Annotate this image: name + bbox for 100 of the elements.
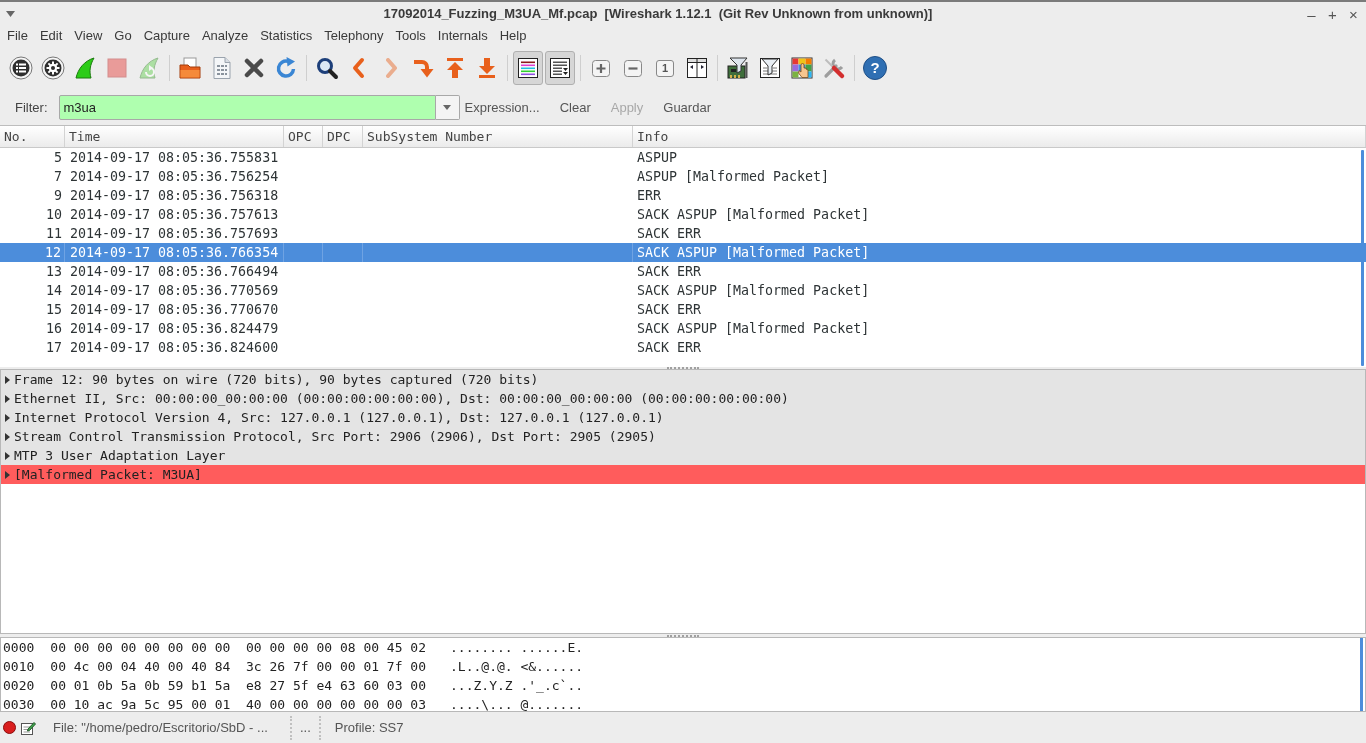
- list-circle-icon: [9, 56, 33, 80]
- expander-triangle-icon[interactable]: [5, 470, 10, 479]
- note-pencil-icon[interactable]: [20, 719, 36, 736]
- table-cell-text: ERR: [637, 186, 662, 205]
- lines-arrows-icon: [548, 56, 572, 80]
- close-button[interactable]: ×: [1343, 4, 1364, 24]
- wrench-screwdriver-icon: [822, 56, 846, 80]
- table-cell-text: 11: [46, 224, 62, 243]
- table-cell-text: 13: [46, 262, 62, 281]
- tree-item-label: MTP 3 User Adaptation Layer: [14, 446, 226, 465]
- caret-down-icon: [443, 105, 451, 110]
- tree-row[interactable]: Internet Protocol Version 4, Src: 127.0.0.1 (127.0.0.1), Dst: 127.0.0.1 (127.0.0.1): [1, 408, 1365, 427]
- table-cell-text: 2014-09-17 08:05:36.766354: [70, 243, 279, 262]
- table-cell-text: 2014-09-17 08:05:36.755831: [70, 148, 279, 167]
- tree-row[interactable]: [Malformed Packet: M3UA]: [1, 465, 1365, 484]
- status-dot-icon[interactable]: [3, 721, 16, 734]
- table-cell-text: SACK ASPUP [Malformed Packet]: [637, 243, 870, 262]
- menu-item[interactable]: Internals: [431, 27, 494, 45]
- stop-icon: [105, 56, 129, 80]
- filter-field[interactable]: m3ua: [58, 95, 436, 120]
- hex-offset: 0020: [3, 676, 35, 695]
- funnel-document-icon: [758, 56, 782, 80]
- menu-item[interactable]: Telephony: [318, 27, 390, 45]
- normal-size-button[interactable]: 1: [650, 51, 680, 85]
- table-cell-text: SACK ERR: [637, 338, 702, 357]
- ascii-text: ........ ......E.: [450, 638, 584, 657]
- menu-item[interactable]: Edit: [33, 27, 69, 45]
- table-cell-text: 2014-09-17 08:05:36.770670: [70, 300, 279, 319]
- expander-triangle-icon[interactable]: [5, 413, 10, 422]
- filter-dropdown-button[interactable]: [435, 95, 460, 120]
- ascii-text: .L..@.@. <&......: [450, 657, 584, 676]
- expander-triangle-icon[interactable]: [5, 432, 10, 441]
- folder-icon: [178, 56, 202, 80]
- menu-item[interactable]: Analyze: [195, 27, 255, 45]
- status-packets: ...: [299, 718, 312, 737]
- profile-button[interactable]: Profile: SS7: [334, 717, 404, 738]
- shark-fin-refresh-icon: [137, 56, 161, 80]
- column-header[interactable]: Info: [633, 126, 1366, 147]
- hex-offset: 0000: [3, 638, 35, 657]
- funnel-board-icon: [726, 56, 750, 80]
- table-cell-text: 16: [46, 319, 62, 338]
- filter-action-button[interactable]: Expression...: [460, 97, 544, 118]
- menu-item[interactable]: View: [68, 27, 109, 45]
- window-title: 17092014_Fuzzing_M3UA_Mf.pcap [Wireshark 1.12.1 (Git Rev Unknown from unknown)]: [383, 5, 933, 24]
- tree-row[interactable]: Frame 12: 90 bytes on wire (720 bits), 90 bytes captured (720 bits): [1, 370, 1365, 389]
- maximize-button[interactable]: +: [1322, 4, 1343, 24]
- table-cell-text: 10: [46, 205, 62, 224]
- table-cell-text: 17: [46, 338, 62, 357]
- table-cell-text: 2014-09-17 08:05:36.757613: [70, 205, 279, 224]
- table-cell-text: 5: [54, 148, 62, 167]
- hex-bytes: 00 00 00 00 00 00 00 00 00 00 00 00 08 00 45 02: [50, 638, 426, 657]
- table-cell-text: 2014-09-17 08:05:36.757693: [70, 224, 279, 243]
- menu-item[interactable]: Help: [493, 27, 533, 45]
- columns-icon: [685, 56, 709, 80]
- tree-item-label: Frame 12: 90 bytes on wire (720 bits), 90 bytes captured (720 bits): [14, 370, 539, 389]
- hex-bytes: 00 10 ac 9a 5c 95 00 01 40 00 00 00 00 00 00 03: [50, 695, 426, 711]
- table-cell-text: 2014-09-17 08:05:36.766494: [70, 262, 279, 281]
- filter-action-button[interactable]: Guardar: [659, 97, 715, 118]
- filter-action-button[interactable]: Clear: [555, 97, 595, 118]
- menu-item[interactable]: Statistics: [254, 27, 319, 45]
- menu-item[interactable]: Capture: [137, 27, 196, 45]
- column-header[interactable]: SubSystem Number: [363, 126, 633, 147]
- tree-row[interactable]: Stream Control Transmission Protocol, Src Port: 2906 (2906), Dst Port: 2905 (2905): [1, 427, 1365, 446]
- color-grid-icon: [790, 56, 814, 80]
- expander-triangle-icon[interactable]: [5, 394, 10, 403]
- column-header[interactable]: No.: [0, 126, 65, 147]
- table-cell-text: SACK ASPUP [Malformed Packet]: [637, 281, 870, 300]
- table-cell-text: 2014-09-17 08:05:36.756254: [70, 167, 279, 186]
- expander-triangle-icon[interactable]: [5, 451, 10, 460]
- table-cell-text: 7: [54, 167, 62, 186]
- tree-row[interactable]: MTP 3 User Adaptation Layer: [1, 446, 1365, 465]
- menu-item[interactable]: Tools: [389, 27, 432, 45]
- menu-item[interactable]: File: [1, 27, 34, 45]
- table-cell-text: SACK ASPUP [Malformed Packet]: [637, 319, 870, 338]
- hex-offset: 0030: [3, 695, 35, 711]
- tree-item-label: Stream Control Transmission Protocol, Src Port: 2906 (2906), Dst Port: 2905 (2905): [14, 427, 656, 446]
- column-header[interactable]: OPC: [284, 126, 323, 147]
- tree-item-label: [Malformed Packet: M3UA]: [14, 465, 202, 484]
- ascii-text: ...Z.Y.Z .'_.c`..: [450, 676, 584, 695]
- column-header[interactable]: Time: [65, 126, 284, 147]
- search-icon: [315, 56, 339, 80]
- column-header[interactable]: DPC: [323, 126, 363, 147]
- scrollbar[interactable]: [1360, 638, 1363, 711]
- scrollbar[interactable]: [1361, 150, 1364, 366]
- colorize-button[interactable]: [513, 51, 543, 85]
- table-cell-text: 14: [46, 281, 62, 300]
- window-menu-caret-icon[interactable]: [6, 11, 15, 17]
- filter-label: Filter:: [15, 98, 48, 117]
- expander-triangle-icon[interactable]: [5, 375, 10, 384]
- auto-scroll-button[interactable]: [545, 51, 575, 85]
- tree-row[interactable]: Ethernet II, Src: 00:00:00_00:00:00 (00:00:00:00:00:00), Dst: 00:00:00_00:00:00 (00:00:00:00:00:00): [1, 389, 1365, 408]
- document-icon: [210, 56, 234, 80]
- table-cell-text: ASPUP [Malformed Packet]: [637, 167, 830, 186]
- table-cell-text: SACK ERR: [637, 224, 702, 243]
- hex-bytes: 00 01 0b 5a 0b 59 b1 5a e8 27 5f e4 63 60 03 00: [50, 676, 426, 695]
- table-cell-text: 12: [45, 243, 61, 262]
- minimize-button[interactable]: –: [1301, 4, 1322, 24]
- menu-item[interactable]: Go: [108, 27, 138, 45]
- table-cell-text: 2014-09-17 08:05:36.824479: [70, 319, 279, 338]
- table-cell-text: 2014-09-17 08:05:36.770569: [70, 281, 279, 300]
